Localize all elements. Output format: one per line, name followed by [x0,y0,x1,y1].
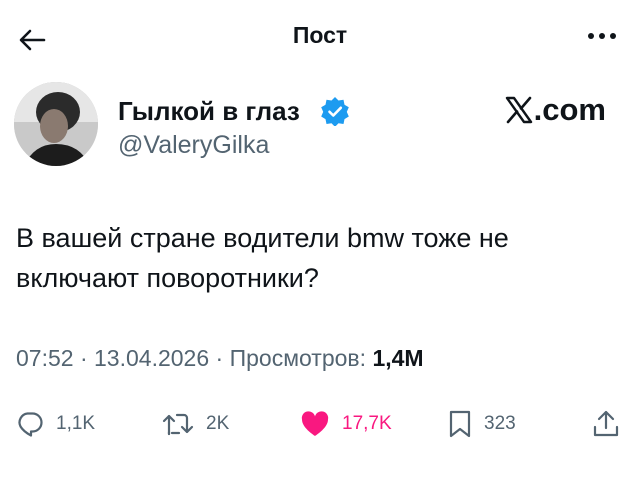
tweet-meta: 07:52 · 13.04.2026 · Просмотров: 1,4M [16,345,424,372]
avatar[interactable] [14,82,98,166]
reply-icon [18,412,43,437]
like-button[interactable]: 17,7K [300,404,392,444]
bookmark-icon [449,410,471,438]
share-icon [593,410,619,437]
x-logo-icon [505,96,532,124]
tweet-actions: 1,1K 2K 17,7K 323 [0,404,640,444]
heart-filled-icon [301,411,329,436]
avatar-image [14,82,98,166]
meta-separator: · [209,345,230,371]
retweet-button[interactable]: 2K [162,404,229,444]
brand-logo: .com [505,92,606,128]
views-label: Просмотров: [229,345,373,371]
author-display-name[interactable]: Гылкой в глаз [118,96,300,127]
author-handle[interactable]: @ValeryGilka [118,131,269,160]
views-count: 1,4M [372,345,424,371]
bookmark-button[interactable]: 323 [448,404,516,444]
meta-separator: · [73,345,95,371]
reply-button[interactable]: 1,1K [16,404,95,444]
verified-badge-icon [320,96,350,127]
bookmark-count: 323 [484,413,516,434]
tweet-text: В вашей стране водители bmw тоже не вклю… [16,223,509,293]
tweet-time[interactable]: 07:52 [16,345,74,371]
share-button[interactable] [592,404,620,444]
more-horizontal-icon [588,33,616,39]
top-bar: Пост [0,0,640,76]
reply-count: 1,1K [56,413,96,434]
retweet-icon [162,413,194,436]
brand-suffix: .com [533,92,606,127]
like-count: 17,7K [342,413,392,434]
retweet-count: 2K [206,413,230,434]
author-block: Гылкой в глаз @ValeryGilka .com [14,82,626,172]
tweet-date[interactable]: 13.04.2026 [94,345,209,371]
page-title: Пост [292,22,348,48]
more-button[interactable] [586,28,618,44]
